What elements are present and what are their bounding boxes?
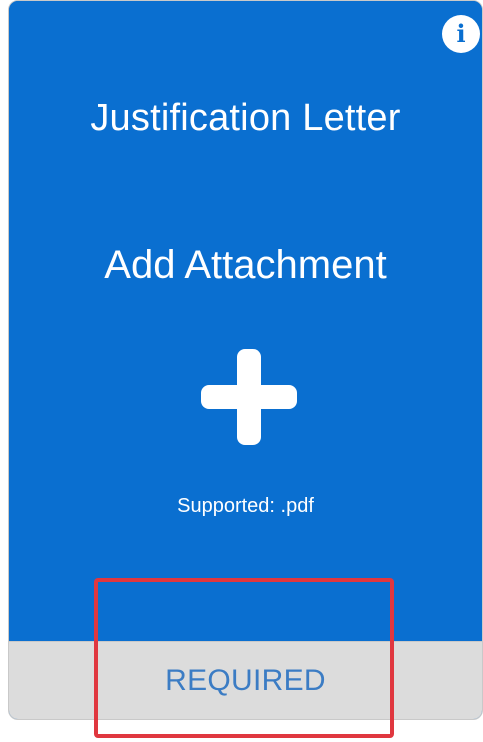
add-attachment-label[interactable]: Add Attachment (9, 243, 482, 288)
attachment-card-body[interactable]: i Justification Letter Add Attachment Su… (9, 1, 482, 641)
card-title: Justification Letter (90, 97, 401, 139)
info-button[interactable]: i (442, 15, 480, 53)
supported-file-types: Supported: .pdf (177, 495, 314, 517)
plus-icon[interactable] (201, 349, 297, 445)
info-icon: i (456, 19, 466, 48)
card-footer: REQUIRED (9, 641, 482, 719)
required-status-label: REQUIRED (165, 664, 326, 697)
attachment-card[interactable]: i Justification Letter Add Attachment Su… (8, 0, 483, 720)
